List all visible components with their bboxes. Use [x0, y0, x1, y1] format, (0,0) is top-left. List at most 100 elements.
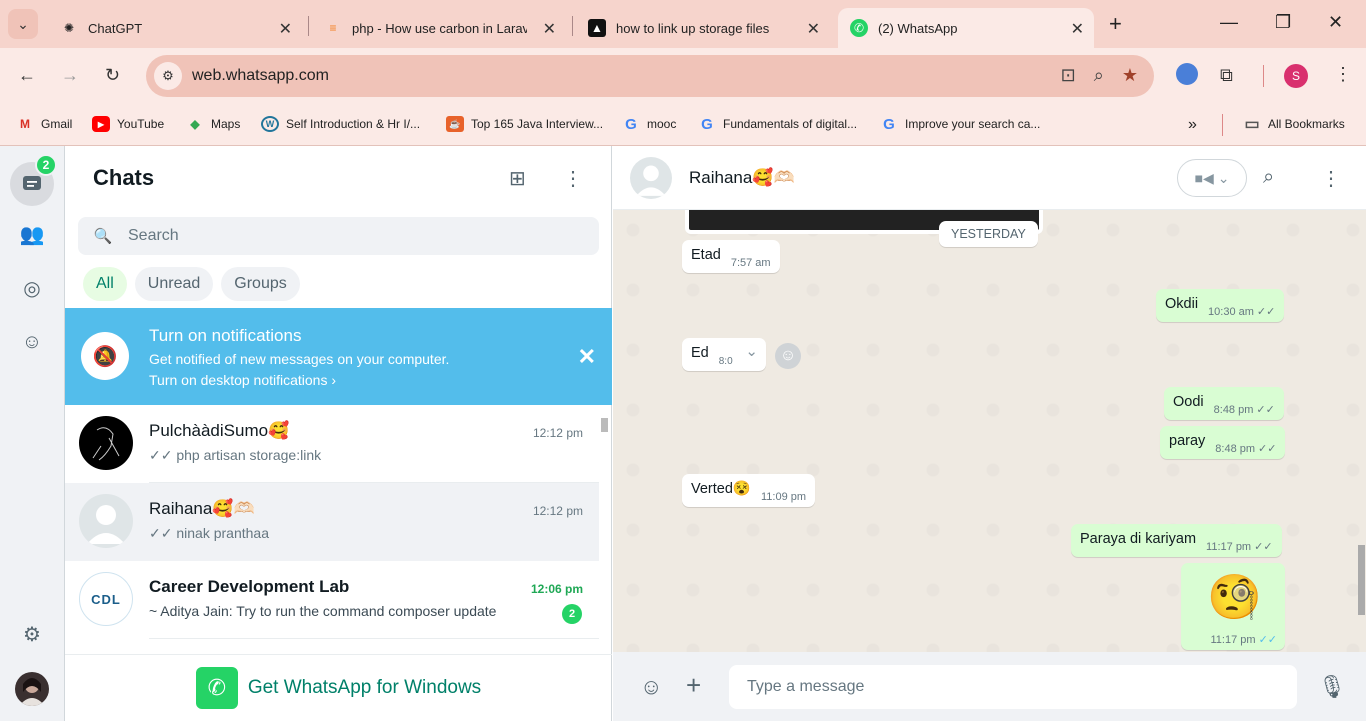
- message-time: 11:17 pm ✓✓: [1211, 633, 1278, 646]
- video-camera-icon: ■◀: [1194, 169, 1214, 186]
- message-outgoing[interactable]: Oodi 8:48 pm ✓✓: [1164, 387, 1284, 420]
- menu-icon[interactable]: ⋮: [563, 166, 583, 191]
- sidebar-scrollbar[interactable]: [600, 408, 608, 638]
- profile-avatar[interactable]: S: [1284, 64, 1308, 88]
- filter-unread[interactable]: Unread: [134, 267, 214, 301]
- divider: [149, 638, 599, 639]
- install-app-icon[interactable]: ⊡: [1061, 65, 1076, 86]
- tab-whatsapp[interactable]: ✆ (2) WhatsApp ✕: [838, 8, 1094, 48]
- omnibox-actions: ⊡ ⌕ ★: [1061, 65, 1138, 86]
- tab-vercel[interactable]: ▲ how to link up storage files ✕: [576, 8, 830, 48]
- monocle-face-sticker: 🧐: [1207, 573, 1262, 622]
- filter-all[interactable]: All: [83, 267, 127, 301]
- react-emoji-icon[interactable]: ☺: [775, 343, 801, 369]
- tab-search-button[interactable]: ⌄: [8, 9, 38, 39]
- restore-button[interactable]: ❐: [1275, 12, 1291, 33]
- bookmark-mooc[interactable]: Gmooc: [622, 116, 676, 133]
- unread-badge: 2: [35, 154, 57, 176]
- whatsapp-logo-icon: ✆: [195, 667, 238, 709]
- scroll-thumb[interactable]: [1358, 545, 1365, 615]
- bookmark-java[interactable]: ☕ Top 165 Java Interview...: [446, 116, 603, 132]
- bookmark-fundamentals[interactable]: G Fundamentals of digital...: [698, 115, 857, 133]
- message-incoming[interactable]: Ed 8:0 ⌄: [682, 338, 766, 371]
- video-call-button[interactable]: ■◀ ⌄: [1177, 159, 1247, 197]
- avatar-sketch: [92, 427, 120, 461]
- notification-banner[interactable]: 🔕 Turn on notifications Get notified of …: [65, 308, 612, 405]
- youtube-icon: ▶: [92, 116, 110, 132]
- bookmark-self-intro[interactable]: W Self Introduction & Hr I/...: [261, 116, 420, 132]
- search-input[interactable]: [128, 227, 528, 245]
- close-window-button[interactable]: ✕: [1328, 12, 1343, 33]
- browser-menu-icon[interactable]: ⋮: [1334, 64, 1352, 85]
- emoji-icon[interactable]: ☺: [640, 674, 662, 700]
- close-icon[interactable]: ✕: [279, 19, 292, 39]
- avatar: [79, 494, 133, 548]
- enable-notifications-link[interactable]: Turn on desktop notifications ›: [149, 372, 336, 388]
- all-bookmarks[interactable]: ▭ All Bookmarks: [1243, 116, 1344, 133]
- extension-icon[interactable]: [1176, 63, 1198, 85]
- address-bar[interactable]: ⚙ web.whatsapp.com ⊡ ⌕ ★: [146, 55, 1154, 97]
- settings-icon[interactable]: ⚙: [16, 618, 48, 650]
- chat-filters: All Unread Groups: [83, 267, 300, 301]
- message-outgoing[interactable]: Okdii 10:30 am ✓✓: [1156, 289, 1285, 322]
- tab-chatgpt[interactable]: ✺ ChatGPT ✕: [48, 8, 302, 48]
- chat-item-career-development-lab[interactable]: CDL Career Development Lab 12:06 pm ~ Ad…: [65, 561, 599, 639]
- get-whatsapp-banner[interactable]: ✆ Get WhatsApp for Windows: [65, 654, 612, 721]
- channels-icon[interactable]: ☺: [16, 326, 48, 358]
- conversation-header[interactable]: Raihana🥰🫶🏻 ■◀ ⌄ ⌕ ⋮: [613, 146, 1366, 210]
- message-time: 11:17 pm: [1206, 541, 1252, 553]
- chevron-down-icon[interactable]: ⌄: [745, 342, 758, 360]
- sticker-message[interactable]: 🧐 11:17 pm ✓✓: [1181, 563, 1285, 650]
- new-chat-icon[interactable]: ⊞: [509, 166, 526, 191]
- tab-stackoverflow[interactable]: ≡ php - How use carbon in Laravel ✕: [312, 8, 566, 48]
- bookmark-maps[interactable]: ◆ Maps: [186, 116, 240, 132]
- status-icon[interactable]: ◎: [16, 272, 48, 304]
- communities-icon[interactable]: 👥: [16, 218, 48, 250]
- contact-avatar[interactable]: [630, 157, 672, 199]
- conversation-scrollbar[interactable]: [1356, 210, 1366, 652]
- close-icon[interactable]: ✕: [543, 19, 556, 39]
- search-box[interactable]: 🔍: [78, 217, 599, 255]
- conversation-panel: Raihana🥰🫶🏻 ■◀ ⌄ ⌕ ⋮ YESTERDAY Etad 7:57 …: [613, 146, 1366, 721]
- sidebar-header: Chats ⊞ ⋮: [65, 146, 611, 210]
- back-button[interactable]: ←: [18, 65, 36, 86]
- profile-avatar[interactable]: [15, 672, 49, 706]
- message-outgoing[interactable]: paray 8:48 pm ✓✓: [1160, 426, 1286, 459]
- contact-name[interactable]: Raihana🥰🫶🏻: [689, 168, 795, 188]
- menu-icon[interactable]: ⋮: [1321, 166, 1341, 191]
- minimize-button[interactable]: —: [1220, 12, 1238, 33]
- browser-chrome: ⌄ ✺ ChatGPT ✕ ≡ php - How use carbon in …: [0, 0, 1366, 146]
- close-icon[interactable]: ✕: [807, 19, 820, 39]
- forward-button[interactable]: →: [61, 65, 79, 86]
- search-icon: 🔍: [93, 228, 113, 245]
- more-bookmarks-icon[interactable]: »: [1188, 116, 1197, 134]
- bookmarks-divider: [1222, 114, 1223, 136]
- microphone-icon[interactable]: 🎙: [1318, 674, 1346, 700]
- bookmark-youtube[interactable]: ▶ YouTube: [92, 116, 164, 132]
- scroll-thumb[interactable]: [601, 418, 608, 432]
- attach-plus-icon[interactable]: +: [686, 670, 701, 701]
- site-info-icon[interactable]: ⚙: [154, 62, 182, 90]
- chat-item-pulchaadisumo[interactable]: PulchààdiSumo🥰 12:12 pm ✓✓ php artisan s…: [65, 405, 599, 483]
- extensions-puzzle-icon[interactable]: ⧉: [1220, 65, 1233, 86]
- message-input[interactable]: [729, 665, 1297, 709]
- zoom-icon[interactable]: ⌕: [1094, 65, 1104, 86]
- bookmark-improve-search[interactable]: G Improve your search ca...: [880, 116, 1040, 133]
- message-text: Etad: [691, 247, 721, 263]
- close-icon[interactable]: ✕: [1071, 19, 1084, 39]
- bookmark-gmail[interactable]: M Gmail: [16, 116, 72, 132]
- message-incoming[interactable]: Verted😵 11:09 pm: [682, 474, 816, 507]
- reload-button[interactable]: ↻: [105, 65, 120, 86]
- search-icon[interactable]: ⌕: [1263, 166, 1274, 189]
- filter-groups[interactable]: Groups: [221, 267, 300, 301]
- google-icon: G: [701, 115, 713, 133]
- close-icon[interactable]: ✕: [578, 344, 596, 370]
- message-list: YESTERDAY Etad 7:57 am Okdii 10:30 am ✓✓ …: [613, 210, 1366, 652]
- message-outgoing[interactable]: Paraya di kariyam 11:17 pm ✓✓: [1071, 524, 1282, 557]
- new-tab-button[interactable]: +: [1109, 11, 1122, 37]
- chat-item-raihana[interactable]: Raihana🥰🫶🏻 12:12 pm ✓✓ ninak pranthaa: [65, 483, 599, 561]
- message-incoming[interactable]: Etad 7:57 am: [682, 240, 780, 273]
- chat-sidebar: Chats ⊞ ⋮ 🔍 All Unread Groups 🔕 Turn on …: [65, 146, 612, 721]
- url-text[interactable]: web.whatsapp.com: [192, 67, 329, 85]
- bookmark-star-icon[interactable]: ★: [1122, 65, 1138, 86]
